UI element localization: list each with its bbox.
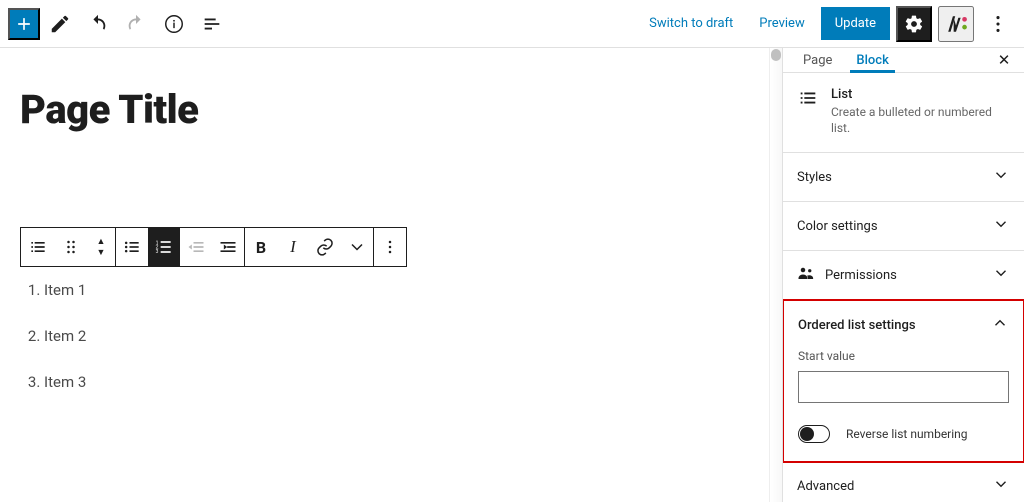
chevron-down-icon bbox=[992, 475, 1010, 497]
panel-color[interactable]: Color settings bbox=[783, 202, 1024, 251]
tab-block[interactable]: Block bbox=[844, 48, 900, 72]
ordered-list-button[interactable]: 123 bbox=[148, 228, 180, 266]
redo-button[interactable] bbox=[118, 6, 154, 42]
block-more-button[interactable] bbox=[374, 228, 406, 266]
panel-permissions-title: Permissions bbox=[825, 268, 897, 283]
panel-styles-title: Styles bbox=[797, 170, 832, 185]
start-value-label: Start value bbox=[798, 349, 1009, 363]
block-toolbar: ▲ ▼ 123 bbox=[20, 227, 407, 267]
tab-page[interactable]: Page bbox=[791, 48, 844, 72]
page-title[interactable]: Page Title bbox=[20, 86, 762, 133]
bold-button[interactable]: B bbox=[245, 228, 277, 266]
panel-styles[interactable]: Styles bbox=[783, 153, 1024, 202]
preview-button[interactable]: Preview bbox=[749, 10, 814, 37]
link-button[interactable] bbox=[309, 228, 341, 266]
edit-mode-button[interactable] bbox=[42, 6, 78, 42]
list-item[interactable]: Item 2 bbox=[44, 327, 762, 345]
reverse-list-label: Reverse list numbering bbox=[846, 427, 968, 441]
chevron-down-icon bbox=[992, 264, 1010, 286]
start-value-input[interactable] bbox=[798, 371, 1009, 403]
yoast-button[interactable] bbox=[938, 6, 974, 42]
panel-ordered-title: Ordered list settings bbox=[798, 318, 916, 333]
block-card: List Create a bulleted or numbered list. bbox=[783, 73, 1024, 153]
list-item[interactable]: Item 3 bbox=[44, 373, 762, 391]
info-button[interactable] bbox=[156, 6, 192, 42]
panel-advanced[interactable]: Advanced bbox=[783, 462, 1024, 502]
unordered-list-button[interactable] bbox=[116, 228, 148, 266]
move-up-button[interactable]: ▲ bbox=[87, 236, 115, 247]
chevron-down-icon bbox=[992, 215, 1010, 237]
block-type-icon[interactable] bbox=[21, 228, 55, 266]
list-item[interactable]: Item 1 bbox=[44, 281, 762, 299]
reverse-list-toggle[interactable] bbox=[798, 425, 830, 443]
settings-button[interactable] bbox=[896, 6, 932, 42]
more-rich-text-button[interactable] bbox=[341, 228, 373, 266]
undo-button[interactable] bbox=[80, 6, 116, 42]
panel-color-title: Color settings bbox=[797, 219, 878, 234]
block-card-desc: Create a bulleted or numbered list. bbox=[831, 105, 1010, 136]
move-down-button[interactable]: ▼ bbox=[87, 247, 115, 258]
add-block-button[interactable] bbox=[8, 8, 40, 40]
permissions-icon bbox=[797, 264, 815, 286]
panel-permissions[interactable]: Permissions bbox=[783, 251, 1024, 300]
chevron-down-icon bbox=[992, 166, 1010, 188]
list-icon bbox=[797, 87, 819, 136]
more-options-button[interactable] bbox=[980, 6, 1016, 42]
indent-button[interactable] bbox=[212, 228, 244, 266]
block-card-name: List bbox=[831, 87, 1010, 102]
close-sidebar-button[interactable]: ✕ bbox=[992, 48, 1016, 72]
update-button[interactable]: Update bbox=[821, 7, 890, 40]
panel-ordered-toggle[interactable]: Ordered list settings bbox=[784, 301, 1023, 349]
canvas-scrollbar[interactable] bbox=[769, 48, 782, 502]
panel-ordered-list-settings: Ordered list settings Start value Revers… bbox=[782, 299, 1024, 463]
chevron-up-icon bbox=[991, 314, 1009, 336]
panel-advanced-title: Advanced bbox=[797, 479, 854, 494]
drag-handle-icon[interactable] bbox=[55, 228, 87, 266]
svg-text:3: 3 bbox=[156, 249, 159, 255]
list-block[interactable]: Item 1 Item 2 Item 3 bbox=[20, 281, 762, 391]
italic-button[interactable]: I bbox=[277, 228, 309, 266]
outline-button[interactable] bbox=[194, 6, 230, 42]
outdent-button[interactable] bbox=[180, 228, 212, 266]
switch-to-draft-button[interactable]: Switch to draft bbox=[639, 10, 743, 37]
